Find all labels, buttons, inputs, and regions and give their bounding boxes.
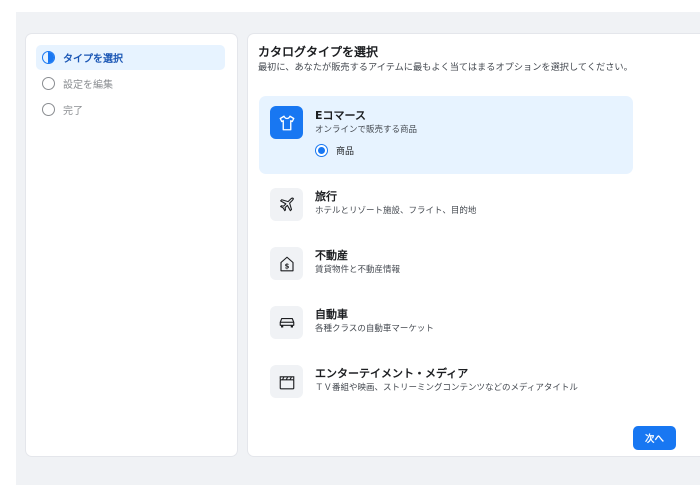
house-dollar-icon: $: [270, 247, 303, 280]
tshirt-icon: [270, 106, 303, 139]
step-pending-icon: [42, 77, 55, 90]
option-travel[interactable]: 旅行 ホテルとリゾート施設、フライト、目的地: [259, 180, 633, 230]
option-subtitle: オンラインで販売する商品: [315, 125, 418, 135]
step-edit-settings[interactable]: 設定を編集: [36, 71, 225, 96]
step-select-type[interactable]: タイプを選択: [36, 45, 225, 70]
option-name: 自動車: [315, 308, 348, 321]
page-description: 最初に、あなたが販売するアイテムに最もよく当てはまるオプションを選択してください…: [258, 62, 633, 73]
radio-label: 商品: [336, 147, 355, 157]
option-ecommerce[interactable]: Eコマース オンラインで販売する商品 商品: [259, 96, 633, 174]
steps-sidebar: タイプを選択 設定を編集 完了: [26, 34, 237, 456]
option-subtitle: ホテルとリゾート施設、フライト、目的地: [315, 206, 477, 216]
option-name: 旅行: [315, 190, 337, 203]
radio-checked-icon[interactable]: [315, 144, 328, 157]
step-label: 完了: [63, 106, 83, 117]
step-active-icon: [42, 51, 55, 64]
option-entertainment-media[interactable]: エンターテイメント・メディア ＴＶ番組や映画、ストリーミングコンテンツなどのメデ…: [259, 357, 633, 407]
option-name: 不動産: [315, 249, 348, 262]
step-label: タイプを選択: [63, 54, 123, 65]
product-radio-option[interactable]: 商品: [315, 144, 354, 157]
page-title: カタログタイプを選択: [258, 45, 379, 59]
step-label: 設定を編集: [63, 80, 113, 91]
option-subtitle: 賃貸物件と不動産情報: [315, 265, 401, 275]
step-complete[interactable]: 完了: [36, 97, 225, 122]
option-subtitle: ＴＶ番組や映画、ストリーミングコンテンツなどのメディアタイトル: [315, 383, 578, 393]
svg-text:$: $: [284, 262, 289, 270]
option-subtitle: 各種クラスの自動車マーケット: [315, 324, 434, 334]
option-name: エンターテイメント・メディア: [315, 367, 469, 380]
option-real-estate[interactable]: $ 不動産 賃貸物件と不動産情報: [259, 239, 633, 289]
next-button[interactable]: 次へ: [633, 426, 676, 450]
option-name: Eコマース: [315, 109, 366, 122]
step-pending-icon: [42, 103, 55, 116]
car-icon: [270, 306, 303, 339]
airplane-icon: [270, 188, 303, 221]
clapperboard-icon: [270, 365, 303, 398]
catalog-type-panel: カタログタイプを選択 最初に、あなたが販売するアイテムに最もよく当てはまるオプシ…: [248, 34, 700, 456]
option-automotive[interactable]: 自動車 各種クラスの自動車マーケット: [259, 298, 633, 348]
